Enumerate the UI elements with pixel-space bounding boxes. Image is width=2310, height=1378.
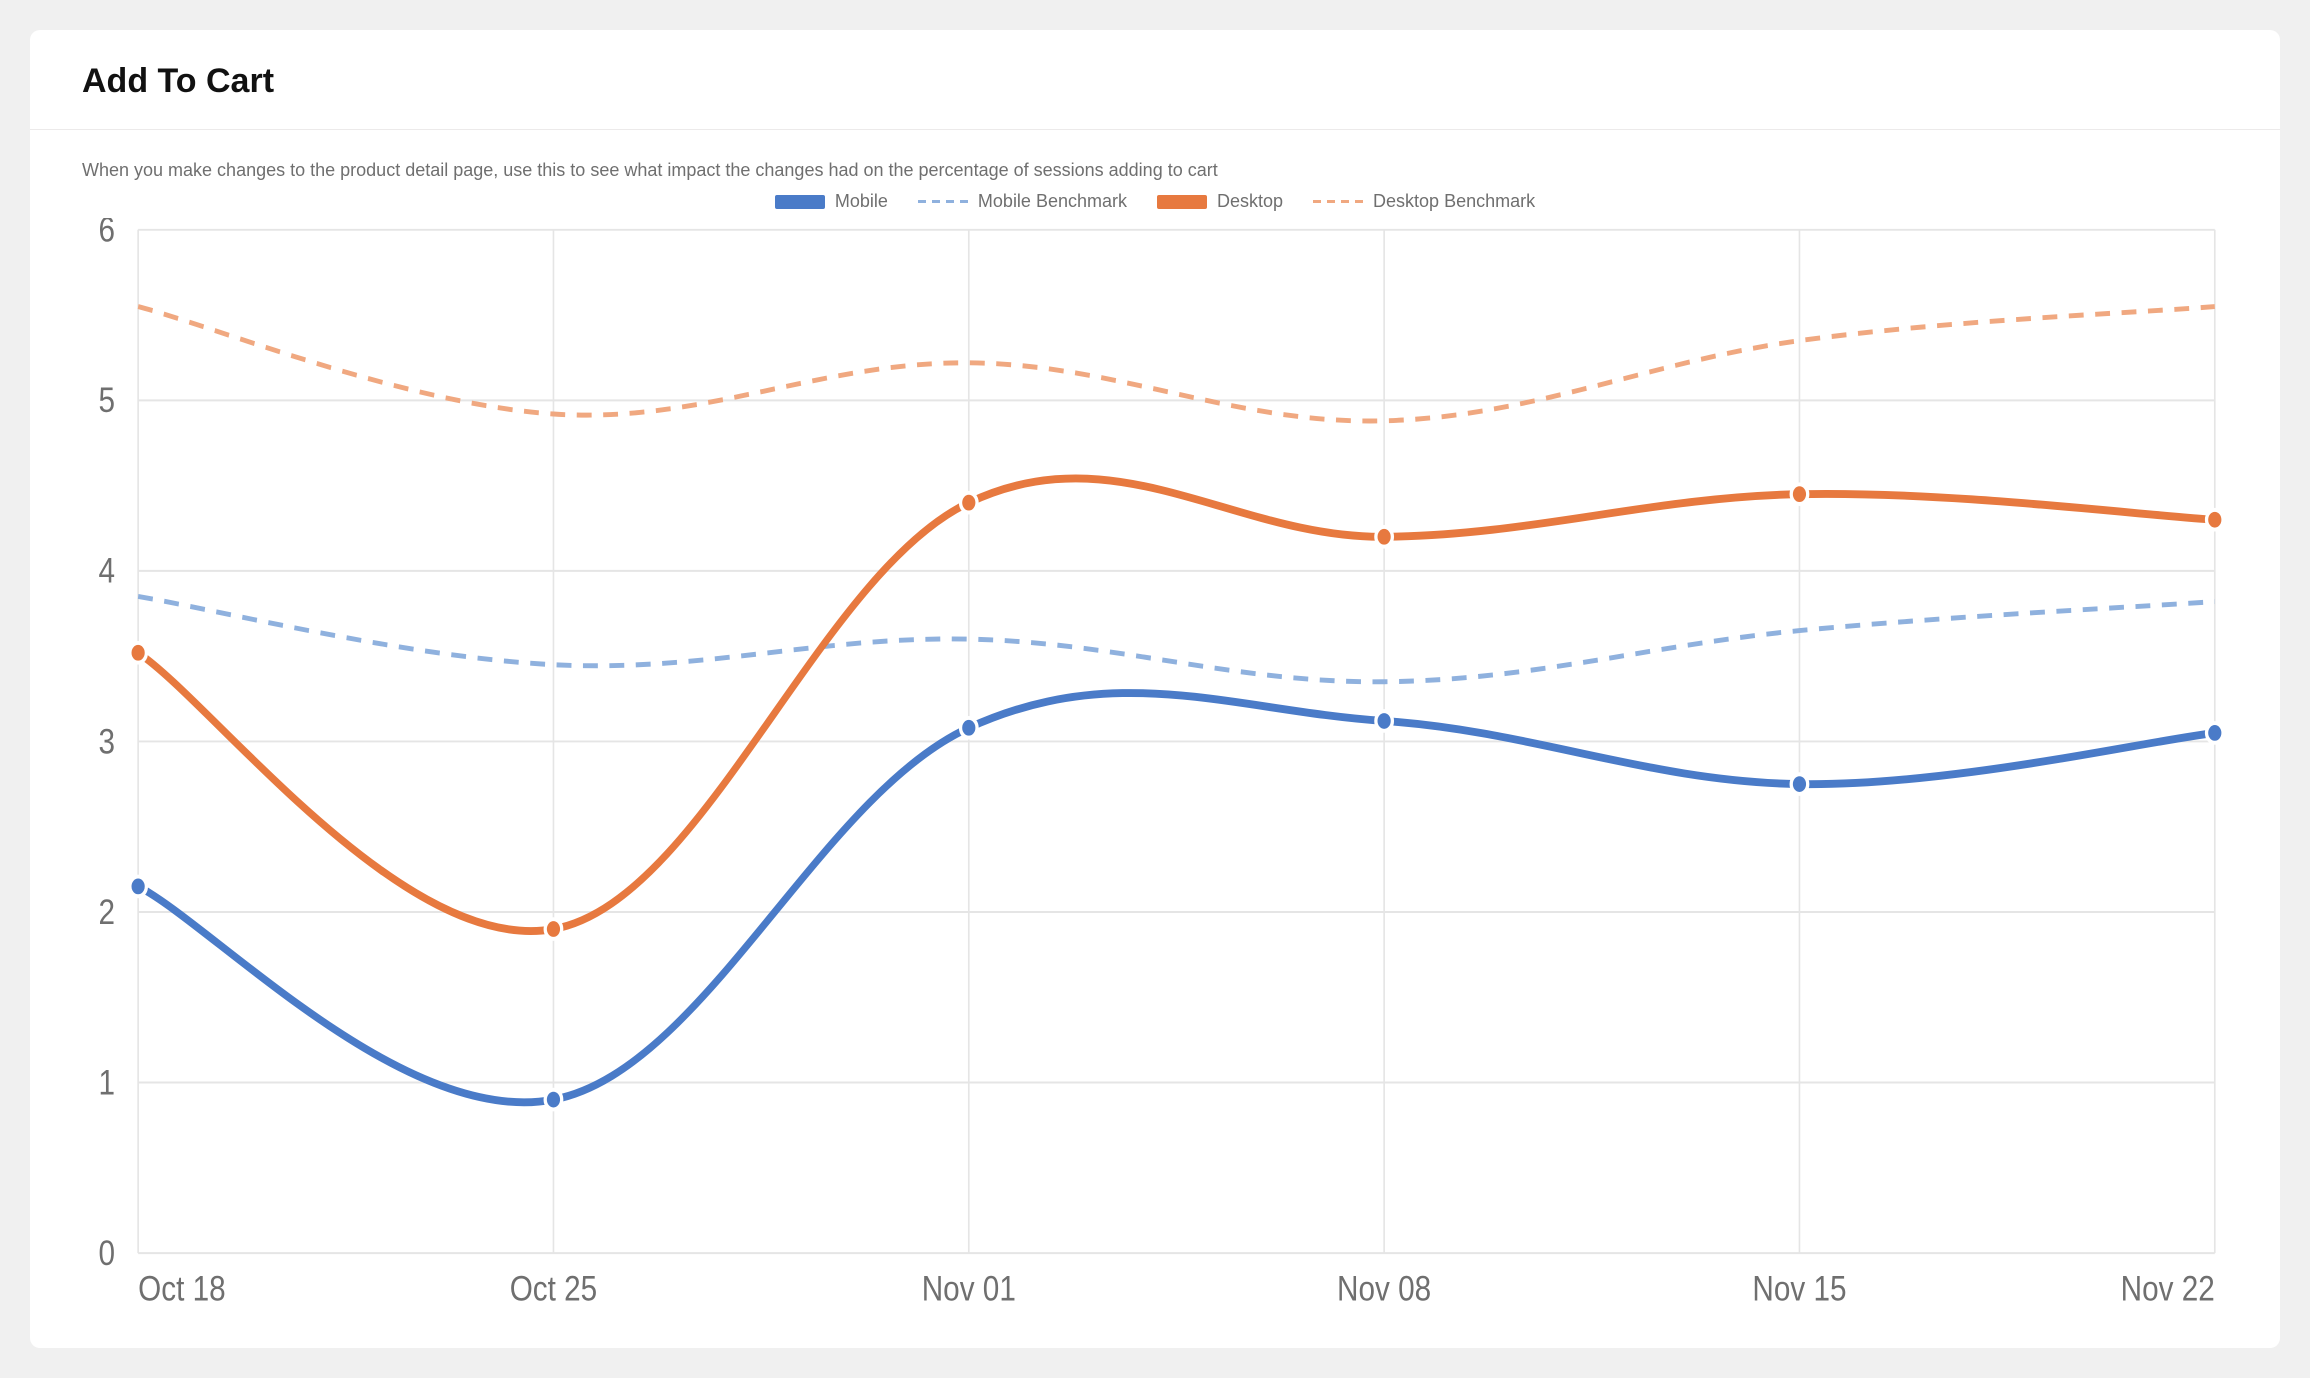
chart-plot-area: 0 1 2 3 4 5 6 Oct 18 Oct 25 Nov 01 Nov 08 Nov 15 Nov… [82,218,2228,1320]
legend-swatch-mobile [775,195,825,209]
legend-swatch-desktop [1157,195,1207,209]
legend-swatch-mobile-benchmark [918,195,968,209]
svg-text:5: 5 [98,380,115,420]
legend-item-mobile-benchmark[interactable]: Mobile Benchmark [918,191,1127,212]
legend-swatch-desktop-benchmark [1313,195,1363,209]
svg-text:6: 6 [98,218,115,249]
legend-item-mobile[interactable]: Mobile [775,191,888,212]
legend-label: Desktop [1217,191,1283,212]
svg-text:Oct 18: Oct 18 [138,1268,226,1308]
svg-text:Oct 25: Oct 25 [510,1268,598,1308]
legend-item-desktop-benchmark[interactable]: Desktop Benchmark [1313,191,1535,212]
legend-label: Desktop Benchmark [1373,191,1535,212]
chart-description: When you make changes to the product det… [82,160,2228,181]
svg-text:0: 0 [98,1232,115,1272]
svg-text:Nov 22: Nov 22 [2121,1268,2215,1308]
legend-label: Mobile [835,191,888,212]
svg-text:Nov 08: Nov 08 [1337,1268,1431,1308]
card-header: Add To Cart [30,30,2280,130]
legend-label: Mobile Benchmark [978,191,1127,212]
svg-text:Nov 01: Nov 01 [922,1268,1016,1308]
chart-svg: 0 1 2 3 4 5 6 Oct 18 Oct 25 Nov 01 Nov 08 Nov 15 Nov… [82,218,2228,1320]
svg-text:1: 1 [98,1062,115,1102]
svg-text:4: 4 [98,550,115,590]
chart-card: Add To Cart When you make changes to the… [30,30,2280,1348]
legend-item-desktop[interactable]: Desktop [1157,191,1283,212]
svg-text:2: 2 [98,891,115,931]
svg-text:3: 3 [98,721,115,761]
card-title: Add To Cart [82,62,2228,101]
card-body: When you make changes to the product det… [30,130,2280,1348]
chart-legend: Mobile Mobile Benchmark Desktop Desktop … [82,191,2228,212]
svg-text:Nov 15: Nov 15 [1752,1268,1846,1308]
